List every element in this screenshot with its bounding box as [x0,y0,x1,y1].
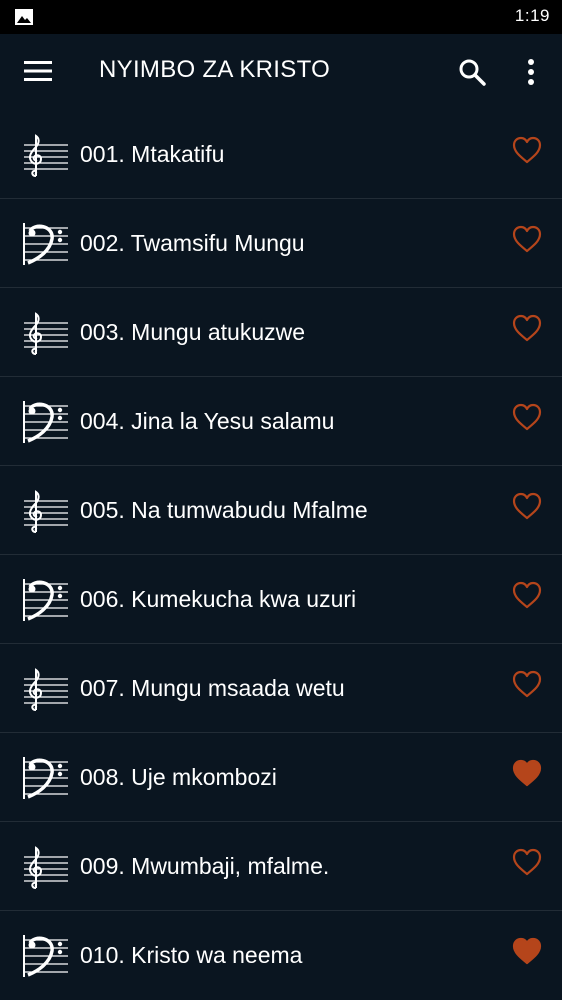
list-item[interactable]: 002. Twamsifu Mungu [0,199,562,288]
list-item[interactable]: 004. Jina la Yesu salamu [0,377,562,466]
heart-filled-icon[interactable] [511,936,543,966]
song-title: 009. Mwumbaji, mfalme. [80,853,330,879]
list-item[interactable]: 009. Mwumbaji, mfalme. [0,822,562,911]
status-time: 1:19 [514,6,550,25]
list-item[interactable]: 007. Mungu msaada wetu [0,644,562,733]
image-icon [15,9,33,25]
list-item[interactable]: 008. Uje mkombozi [0,733,562,822]
hamburger-menu-icon[interactable] [24,60,52,82]
heart-outline-icon[interactable] [511,135,543,165]
bass-clef-icon [23,223,68,265]
list-item[interactable]: 005. Na tumwabudu Mfalme [0,466,562,555]
treble-clef-icon [24,490,68,533]
song-title: 001. Mtakatifu [80,141,225,167]
bass-clef-icon [23,757,68,799]
heart-outline-icon[interactable] [511,224,543,254]
song-title: 007. Mungu msaada wetu [80,675,345,701]
song-title: 008. Uje mkombozi [80,764,277,790]
list-item[interactable]: 006. Kumekucha kwa uzuri [0,555,562,644]
heart-outline-icon[interactable] [511,847,543,877]
list-item[interactable]: 010. Kristo wa neema [0,911,562,1000]
treble-clef-icon [24,312,68,355]
search-icon[interactable] [456,56,488,88]
song-title: 006. Kumekucha kwa uzuri [80,586,357,612]
heart-outline-icon[interactable] [511,313,543,343]
heart-outline-icon[interactable] [511,402,543,432]
song-title: 002. Twamsifu Mungu [80,230,305,256]
song-title: 010. Kristo wa neema [80,942,303,968]
status-bar: 1:19 [0,0,562,34]
bass-clef-icon [23,935,68,977]
song-title: 005. Na tumwabudu Mfalme [80,497,368,523]
bass-clef-icon [23,401,68,443]
treble-clef-icon [24,846,68,889]
song-list: 001. Mtakatifu 002. Twamsifu Mungu 003. … [0,110,562,1000]
list-item[interactable]: 003. Mungu atukuzwe [0,288,562,377]
heart-outline-icon[interactable] [511,669,543,699]
heart-outline-icon[interactable] [511,580,543,610]
app-bar: NYIMBO ZA KRISTO [0,34,562,110]
treble-clef-icon [24,134,68,177]
song-title: 003. Mungu atukuzwe [80,319,306,345]
more-vertical-icon[interactable] [519,56,543,88]
heart-outline-icon[interactable] [511,491,543,521]
song-title: 004. Jina la Yesu salamu [80,408,335,434]
treble-clef-icon [24,668,68,711]
bass-clef-icon [23,579,68,621]
heart-filled-icon[interactable] [511,758,543,788]
app-title: NYIMBO ZA KRISTO [99,56,331,83]
list-item[interactable]: 001. Mtakatifu [0,110,562,199]
